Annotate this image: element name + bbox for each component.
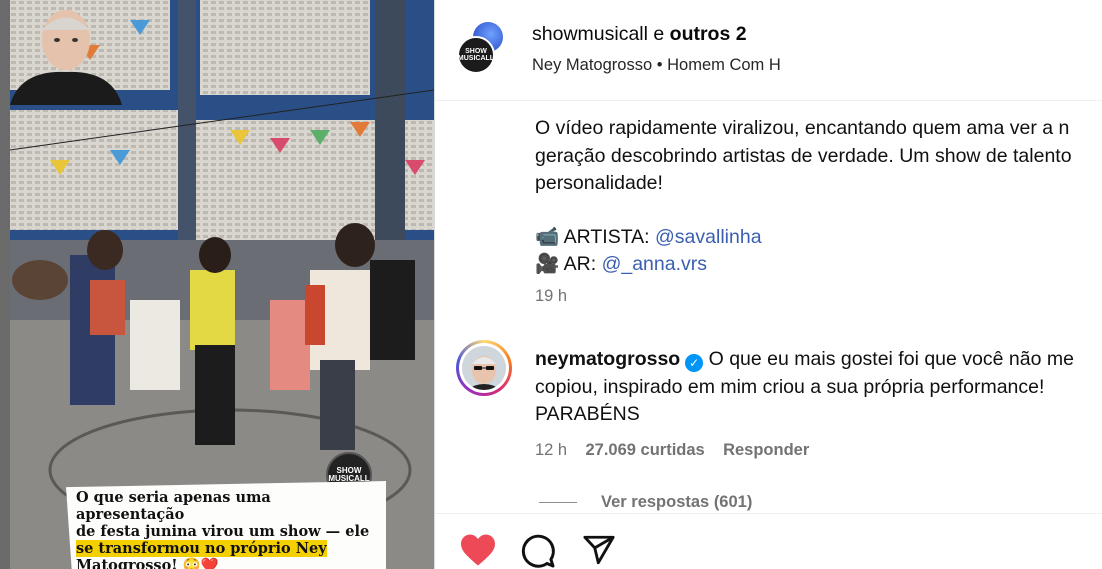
replies-line [539,502,577,503]
overlay-highlight: se transformou no próprio Ney [76,540,327,557]
caption-timestamp[interactable]: 19 h [535,287,567,306]
ar-mention-link[interactable]: @_anna.vrs [602,253,707,275]
verified-badge-icon: ✓ [685,354,704,372]
comment-line-2: copiou, inspirado em mim criou a sua pró… [535,376,1045,398]
post-header: SHOW MUSICALL showmusicall e outros 2 Ne… [435,0,1102,101]
comment-username[interactable]: neymatogrosso [535,348,680,370]
view-replies-label: Ver respostas (601) [601,493,753,511]
audio-track[interactable]: Homem Com H [667,56,781,74]
overlay-line-1: O que seria apenas uma apresentação [76,489,271,523]
heart-filled-icon[interactable] [459,533,497,567]
reel-video[interactable]: SHOW MUSICALL O que seria apenas uma apr… [10,0,434,569]
overlay-line-4: Matogrosso! 😳❤️ [76,557,219,569]
artist-label: ARTISTA: [563,226,650,248]
video-caption-overlay: O que seria apenas uma apresentação de f… [66,481,386,569]
ney-matogrosso-photo [10,10,122,105]
author-username[interactable]: showmusicall [532,23,648,45]
reply-button[interactable]: Responder [723,441,809,459]
caption-ar-line: 🎥 AR: @_anna.vrs [535,252,707,276]
audio-info[interactable]: Ney Matogrosso • Homem Com H [532,56,781,75]
other-authors-link[interactable]: outros 2 [670,23,747,45]
comment-line-3: PARABÉNS [535,403,640,425]
movie-camera-icon: 🎥 [535,253,560,275]
caption-line-3: personalidade! [535,172,663,194]
showmusicall-avatar[interactable]: SHOW MUSICALL [457,36,495,74]
caption-line-1: O vídeo rapidamente viralizou, encantand… [535,117,1070,139]
commenter-avatar[interactable] [456,340,512,396]
comment-meta: 12 h 27.069 curtidas Responder [535,441,809,460]
comment-text-1: O que eu mais gostei foi que você não me [708,348,1074,370]
post-authors: showmusicall e outros 2 [532,23,747,46]
comment-likes[interactable]: 27.069 curtidas [585,441,704,459]
audio-artist[interactable]: Ney Matogrosso [532,56,652,74]
post-sidebar: SHOW MUSICALL showmusicall e outros 2 Ne… [435,0,1102,569]
overlay-line-2: de festa junina virou um show — ele [76,523,370,540]
commenter-face-icon [462,346,506,390]
view-replies-button[interactable]: Ver respostas (601) [601,493,752,512]
audio-separator: • [656,56,663,74]
action-bar [435,513,1102,569]
comment-bubble-icon[interactable] [520,533,556,569]
caption-artist-line: 📹 ARTISTA: @savallinha [535,225,762,249]
author-connector: e [653,23,665,45]
comment-line-1: neymatogrosso ✓ O que eu mais gostei foi … [535,348,1074,372]
artist-mention-link[interactable]: @savallinha [655,226,762,248]
video-camera-icon: 📹 [535,226,560,248]
comment-timestamp[interactable]: 12 h [535,441,567,459]
paper-plane-icon[interactable] [581,533,617,567]
ar-label: AR: [563,253,597,275]
window-edge [0,0,10,569]
caption-line-2: geração descobrindo artistas de verdade.… [535,145,1072,167]
